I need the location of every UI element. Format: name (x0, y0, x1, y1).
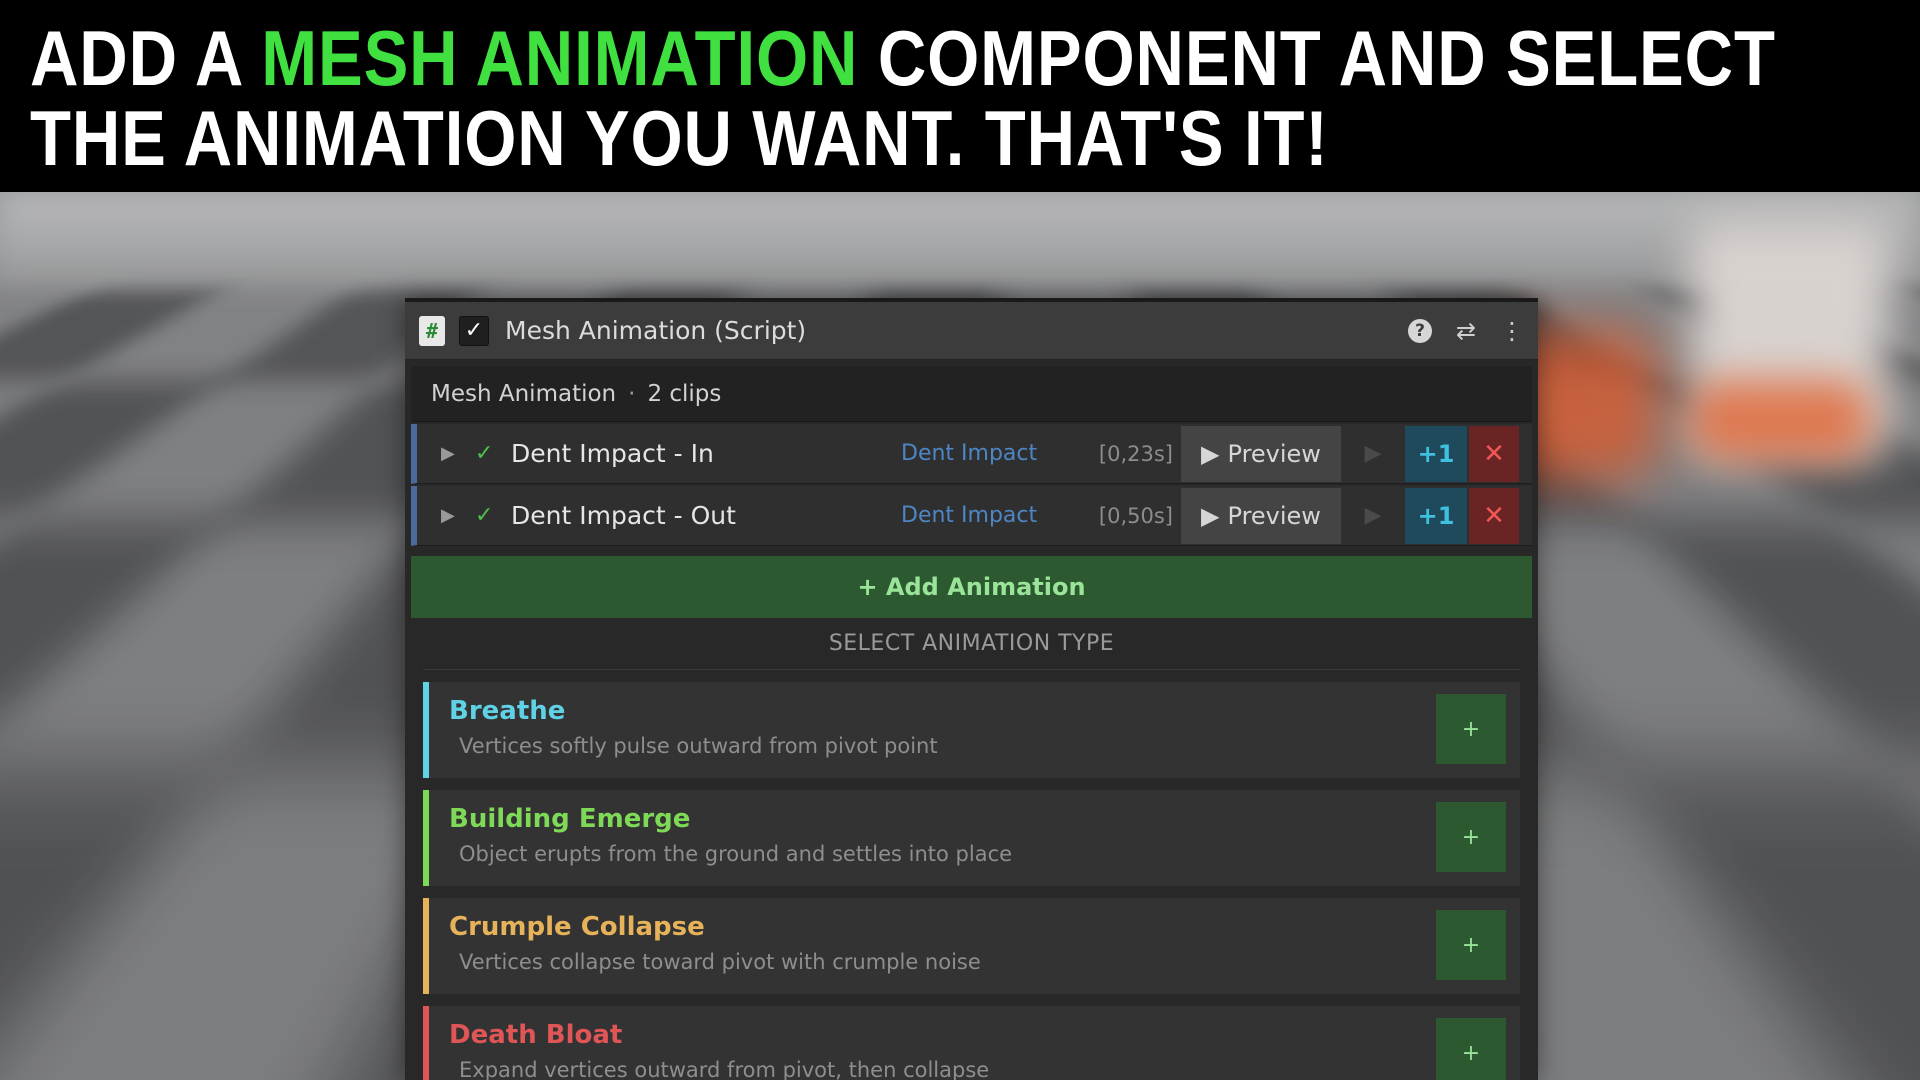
clip-type-link[interactable]: Dent Impact (901, 503, 1087, 528)
panel-top-accent (405, 298, 585, 302)
component-header[interactable]: # ✓ Mesh Animation (Script) ? ⇄ ⋮ (405, 302, 1538, 360)
inspector-component-panel: # ✓ Mesh Animation (Script) ? ⇄ ⋮ Mesh A… (405, 298, 1538, 1080)
animation-type-building-emerge[interactable]: Building Emerge Object erupts from the g… (423, 790, 1520, 886)
component-title: Mesh Animation (Script) (505, 316, 806, 345)
add-type-button[interactable]: + (1436, 1018, 1506, 1080)
step-play-icon[interactable]: ▶ (1341, 488, 1405, 544)
add-animation-button[interactable]: + Add Animation (411, 556, 1532, 618)
scene-object-blurred (1690, 380, 1870, 460)
scene-sky (0, 190, 1920, 300)
summary-label: Mesh Animation (431, 381, 616, 407)
add-type-button[interactable]: + (1436, 802, 1506, 872)
animation-type-description: Object erupts from the ground and settle… (459, 842, 1012, 866)
clips-summary: Mesh Animation · 2 clips (411, 366, 1532, 422)
animation-type-death-bloat[interactable]: Death Bloat Expand vertices outward from… (423, 1006, 1520, 1080)
delete-clip-button[interactable]: ✕ (1469, 488, 1519, 544)
animation-type-description: Vertices softly pulse outward from pivot… (459, 734, 938, 758)
headline-part-1: ADD A (30, 14, 261, 102)
play-icon: ▶ (1201, 502, 1219, 530)
duplicate-clip-button[interactable]: +1 (1405, 488, 1467, 544)
clip-row[interactable]: ▶ ✓ Dent Impact - Out Dent Impact [0,50s… (411, 486, 1532, 546)
animation-type-selector: SELECT ANIMATION TYPE Breathe Vertices s… (411, 618, 1532, 1080)
preview-button[interactable]: ▶ Preview (1181, 426, 1341, 482)
add-type-button[interactable]: + (1436, 694, 1506, 764)
preview-label: Preview (1228, 440, 1321, 468)
animation-type-breathe[interactable]: Breathe Vertices softly pulse outward fr… (423, 682, 1520, 778)
animation-type-name: Breathe (449, 696, 565, 726)
more-vertical-icon[interactable]: ⋮ (1500, 317, 1524, 345)
headline-banner: ADD A MESH ANIMATION COMPONENT AND SELEC… (0, 0, 1920, 192)
expand-triangle-icon[interactable]: ▶ (441, 505, 461, 526)
animation-type-crumple-collapse[interactable]: Crumple Collapse Vertices collapse towar… (423, 898, 1520, 994)
summary-separator: · (628, 381, 635, 407)
help-icon[interactable]: ? (1408, 319, 1432, 343)
play-icon: ▶ (1201, 440, 1219, 468)
headline-line-1: ADD A MESH ANIMATION COMPONENT AND SELEC… (30, 18, 1655, 98)
animation-type-description: Expand vertices outward from pivot, then… (459, 1058, 989, 1080)
script-hash-icon: # (419, 316, 445, 346)
component-header-icons: ? ⇄ ⋮ (1408, 317, 1524, 345)
clip-name: Dent Impact - Out (511, 501, 901, 530)
component-enabled-checkbox[interactable]: ✓ (459, 316, 489, 346)
delete-clip-button[interactable]: ✕ (1469, 426, 1519, 482)
animation-type-name: Crumple Collapse (449, 912, 705, 942)
animation-type-name: Building Emerge (449, 804, 690, 834)
presets-icon[interactable]: ⇄ (1454, 317, 1478, 345)
summary-count: 2 clips (647, 381, 721, 407)
clip-row[interactable]: ▶ ✓ Dent Impact - In Dent Impact [0,23s]… (411, 424, 1532, 484)
preview-button[interactable]: ▶ Preview (1181, 488, 1341, 544)
animation-type-name: Death Bloat (449, 1020, 622, 1050)
component-body: Mesh Animation · 2 clips ▶ ✓ Dent Impact… (405, 360, 1538, 1080)
clip-name: Dent Impact - In (511, 439, 901, 468)
clip-duration: [0,23s] (1087, 442, 1173, 466)
clip-type-link[interactable]: Dent Impact (901, 441, 1087, 466)
animation-type-description: Vertices collapse toward pivot with crum… (459, 950, 981, 974)
headline-part-2: COMPONENT AND SELECT (858, 14, 1775, 102)
headline-highlight: MESH ANIMATION (261, 14, 858, 102)
clip-enabled-check-icon[interactable]: ✓ (475, 503, 497, 528)
duplicate-clip-button[interactable]: +1 (1405, 426, 1467, 482)
step-play-icon[interactable]: ▶ (1341, 426, 1405, 482)
expand-triangle-icon[interactable]: ▶ (441, 443, 461, 464)
clip-enabled-check-icon[interactable]: ✓ (475, 441, 497, 466)
headline-line-2: THE ANIMATION YOU WANT. THAT'S IT! (30, 98, 1655, 178)
select-animation-type-title: SELECT ANIMATION TYPE (423, 618, 1520, 670)
clip-duration: [0,50s] (1087, 504, 1173, 528)
add-type-button[interactable]: + (1436, 910, 1506, 980)
preview-label: Preview (1228, 502, 1321, 530)
